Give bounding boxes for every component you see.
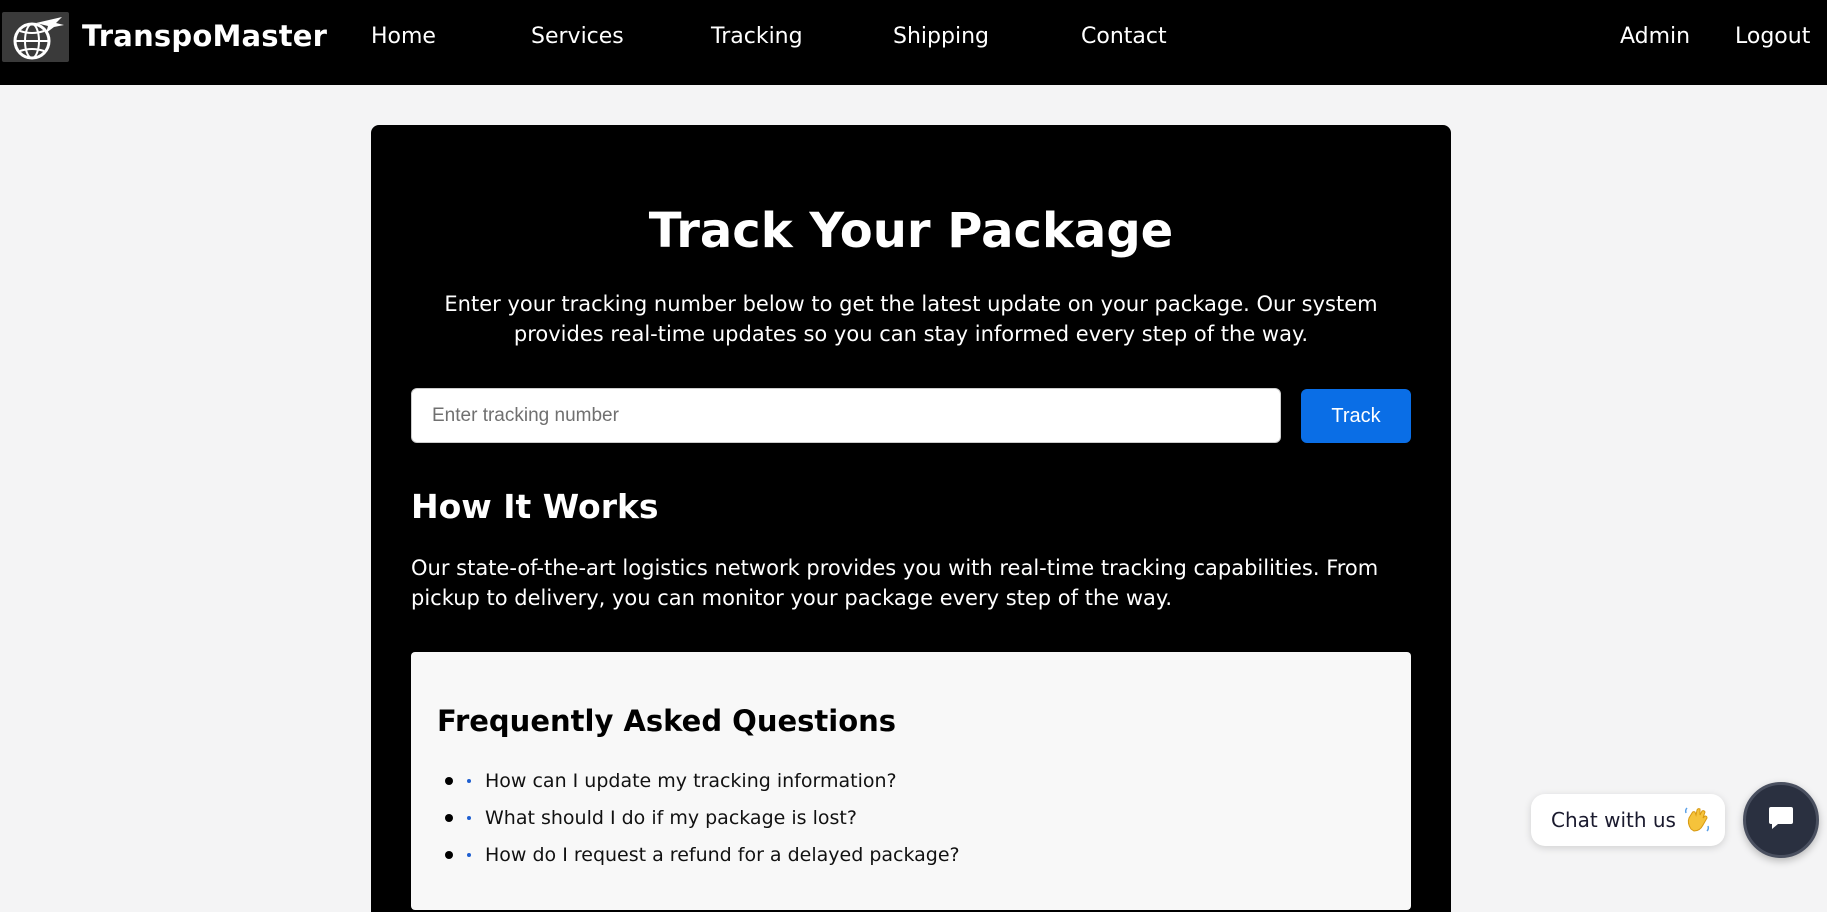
nav-logout[interactable]: Logout (1735, 24, 1810, 49)
hero-description: Enter your tracking number below to get … (444, 292, 1378, 346)
track-button[interactable]: Track (1301, 389, 1411, 443)
nav-contact[interactable]: Contact (1081, 24, 1167, 49)
faq-question: What should I do if my package is lost? (485, 806, 857, 829)
chat-bubble-icon (1766, 803, 1796, 837)
bullet-icon (445, 813, 453, 822)
dot-icon (467, 778, 471, 783)
globe-plane-icon (2, 12, 69, 62)
nav-services[interactable]: Services (531, 24, 624, 49)
brand-logo[interactable] (2, 12, 69, 62)
top-navbar: TranspoMaster Home Services Tracking Shi… (0, 0, 1827, 85)
waving-hand-icon (1684, 807, 1710, 833)
chat-open-button[interactable] (1743, 782, 1819, 858)
faq-item[interactable]: How can I update my tracking information… (445, 762, 960, 799)
bullet-icon (445, 776, 453, 785)
tracking-card: Track Your Package Enter your tracking n… (371, 125, 1451, 912)
how-it-works-heading: How It Works (411, 487, 659, 526)
faq-question: How can I update my tracking information… (485, 769, 897, 792)
faq-heading: Frequently Asked Questions (437, 704, 897, 738)
faq-item[interactable]: How do I request a refund for a delayed … (445, 836, 960, 873)
dot-icon (467, 852, 471, 857)
page-title: Track Your Package (648, 203, 1174, 259)
tracking-number-input[interactable] (411, 388, 1281, 443)
how-it-works-text: Our state-of-the-art logistics network p… (411, 556, 1379, 610)
nav-home[interactable]: Home (371, 24, 436, 49)
faq-question: How do I request a refund for a delayed … (485, 843, 960, 866)
nav-admin[interactable]: Admin (1620, 24, 1690, 49)
nav-shipping[interactable]: Shipping (893, 24, 989, 49)
dot-icon (467, 815, 471, 820)
faq-list: How can I update my tracking information… (445, 762, 960, 873)
faq-panel: Frequently Asked Questions How can I upd… (411, 652, 1411, 910)
brand-name[interactable]: TranspoMaster (82, 19, 327, 53)
chat-invite[interactable]: Chat with us (1531, 794, 1725, 846)
chat-label: Chat with us (1551, 808, 1676, 832)
bullet-icon (445, 850, 453, 859)
nav-tracking[interactable]: Tracking (711, 24, 803, 49)
faq-item[interactable]: What should I do if my package is lost? (445, 799, 960, 836)
